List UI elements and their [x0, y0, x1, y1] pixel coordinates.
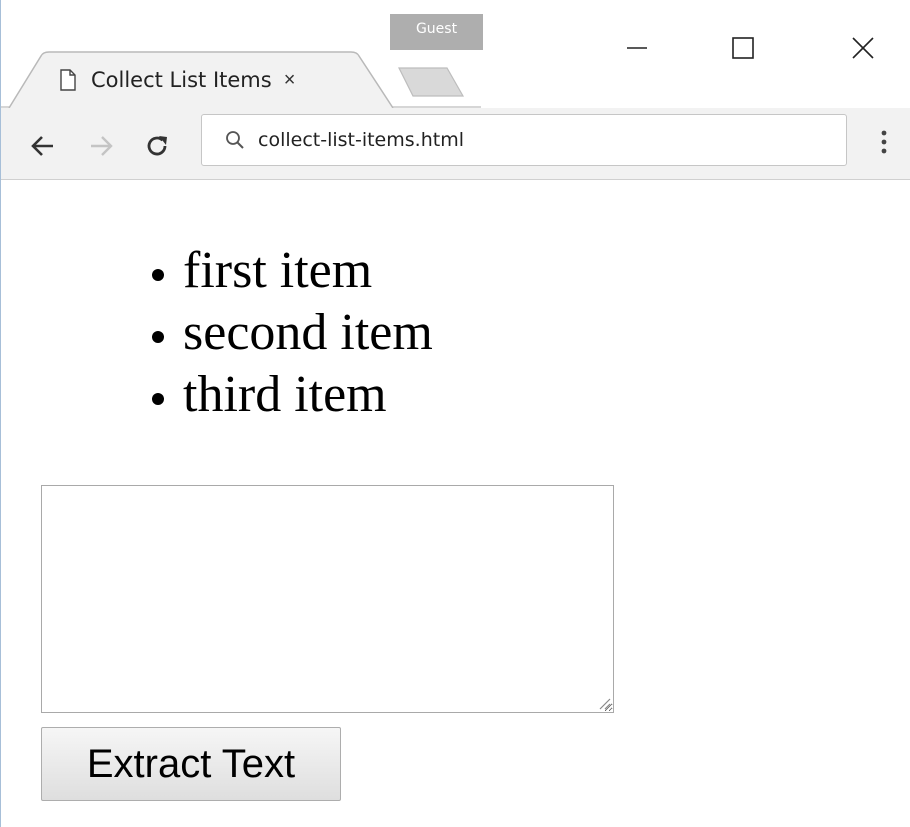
list-item: third item — [183, 364, 433, 426]
tab-title: Collect List Items — [91, 68, 272, 92]
browser-menu-button[interactable] — [869, 122, 899, 162]
url-text: collect-list-items.html — [258, 129, 464, 151]
list-item: second item — [183, 302, 433, 364]
forward-button[interactable] — [83, 128, 119, 164]
close-window-button[interactable] — [833, 20, 893, 76]
tab-collect-list-items[interactable]: Collect List Items × — [59, 58, 295, 102]
page-content: first item second item third item Extrac… — [1, 180, 910, 827]
arrow-left-icon — [31, 136, 53, 156]
page-icon — [60, 69, 76, 91]
output-textarea[interactable] — [41, 485, 614, 713]
extract-text-button[interactable]: Extract Text — [41, 727, 341, 801]
vertical-dots-icon — [881, 130, 887, 154]
browser-window: Guest Collect List Items × collect-list-… — [0, 0, 910, 827]
maximize-button[interactable] — [713, 20, 773, 76]
search-icon — [226, 131, 244, 149]
minimize-button[interactable] — [607, 20, 667, 76]
title-bar: Guest Collect List Items × — [1, 0, 910, 108]
close-icon — [852, 37, 874, 59]
arrow-right-icon — [91, 136, 113, 156]
tab-close-button[interactable]: × — [284, 70, 296, 90]
reload-button[interactable] — [139, 128, 175, 164]
address-bar[interactable]: collect-list-items.html — [201, 114, 847, 166]
maximize-icon — [732, 37, 754, 59]
browser-toolbar: collect-list-items.html — [1, 108, 910, 180]
back-button[interactable] — [25, 128, 61, 164]
minimize-icon — [627, 47, 647, 49]
reload-icon — [147, 136, 167, 156]
item-list: first item second item third item — [183, 240, 433, 426]
list-item: first item — [183, 240, 433, 302]
